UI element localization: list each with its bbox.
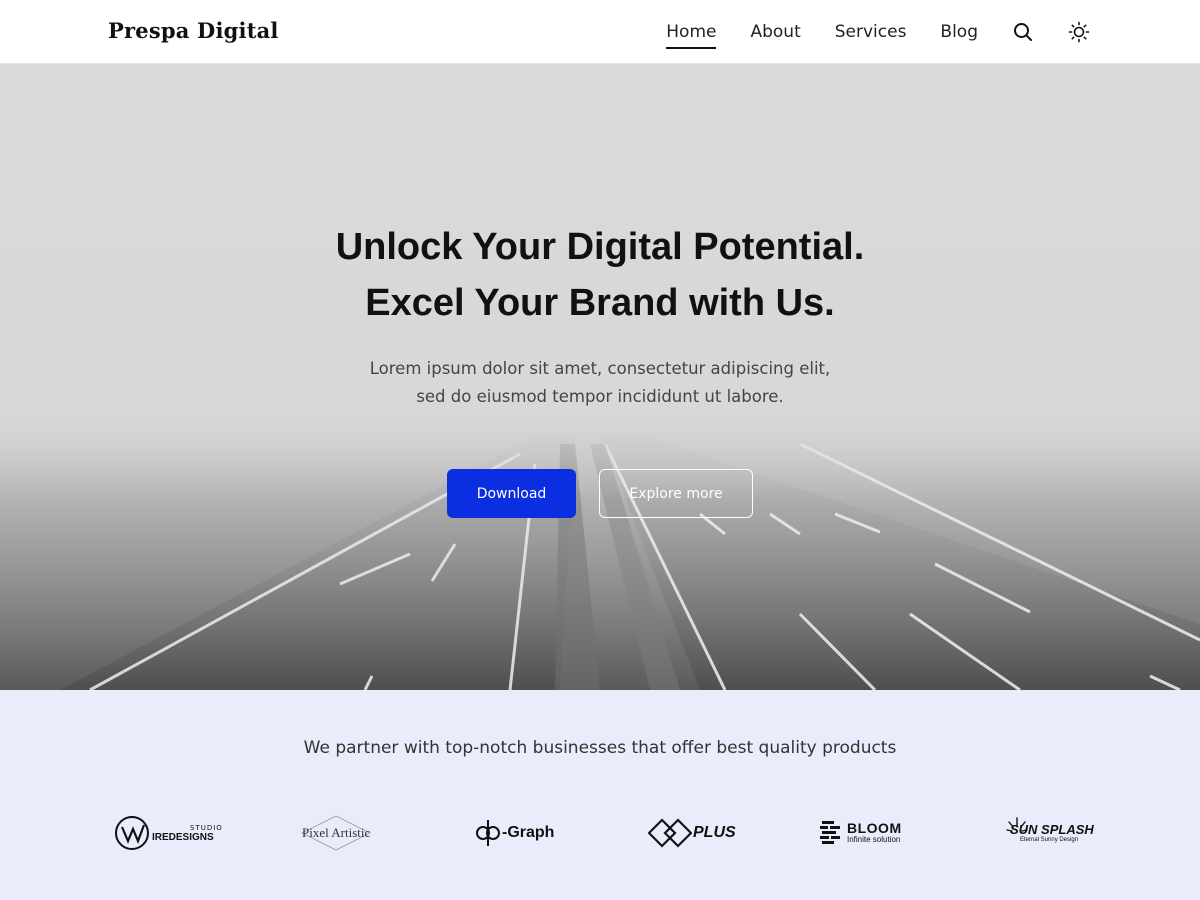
partner-logo-bloom: BLOOM Infinite solution <box>820 810 902 856</box>
wiredesigns-line-2: IREDESIGNS <box>152 831 214 843</box>
site-header: Prespa Digital Home About Services Blog <box>0 0 1200 64</box>
hero-subtitle-line-1: Lorem ipsum dolor sit amet, consectetur … <box>369 359 831 378</box>
main-nav: Home About Services Blog <box>632 0 1090 64</box>
bloom-mark-icon <box>820 821 840 844</box>
wiredesigns-line-1: STUDIO <box>190 823 223 832</box>
partners-heading: We partner with top-notch businesses tha… <box>303 738 897 758</box>
bloom-tagline: Infinite solution <box>847 835 901 845</box>
partners-section: We partner with top-notch businesses tha… <box>0 690 1200 900</box>
nav-about[interactable]: About <box>750 18 800 46</box>
partner-logo-plus: PLUS <box>648 810 736 856</box>
search-icon[interactable] <box>1012 21 1034 43</box>
wiredesigns-mark-icon <box>115 816 149 850</box>
hero-subtitle-line-2: sed do eiusmod tempor incididunt ut labo… <box>416 387 784 406</box>
nav-home[interactable]: Home <box>666 18 717 49</box>
partner-logo-pixel-artistic: Pixel Artistic <box>300 810 371 856</box>
sun-splash-text: SUN SPLASH <box>1010 822 1094 838</box>
sun-splash-tagline: Eternal Sunny Design <box>1020 836 1079 843</box>
sun-icon[interactable] <box>1068 21 1090 43</box>
dp-graph-mark-icon <box>476 820 500 846</box>
partner-logo-dp-graph: -Graph <box>474 810 554 856</box>
download-button[interactable]: Download <box>447 469 576 518</box>
nav-blog[interactable]: Blog <box>940 18 978 46</box>
plus-text: PLUS <box>693 824 736 841</box>
hero-title-line-2: Excel Your Brand with Us. <box>365 282 835 324</box>
brand-logo[interactable]: Prespa Digital <box>108 18 279 43</box>
partner-logo-studio-wiredesigns: STUDIO IREDESIGNS <box>114 810 223 856</box>
hero-title: Unlock Your Digital Potential. Excel You… <box>0 219 1200 331</box>
dp-graph-text: -Graph <box>502 824 555 841</box>
pixel-artistic-text: Pixel Artistic <box>302 825 371 840</box>
nav-services[interactable]: Services <box>835 18 907 46</box>
hero-subtitle: Lorem ipsum dolor sit amet, consectetur … <box>0 355 1200 411</box>
hero-title-line-1: Unlock Your Digital Potential. <box>335 226 865 268</box>
plus-mark-icon <box>648 818 692 848</box>
bloom-text: BLOOM <box>847 819 902 836</box>
partner-logo-sun-splash: SUN SPLASH Eternal Sunny Design <box>1006 810 1094 856</box>
explore-more-button[interactable]: Explore more <box>599 469 753 518</box>
hero-section: Unlock Your Digital Potential. Excel You… <box>0 64 1200 690</box>
